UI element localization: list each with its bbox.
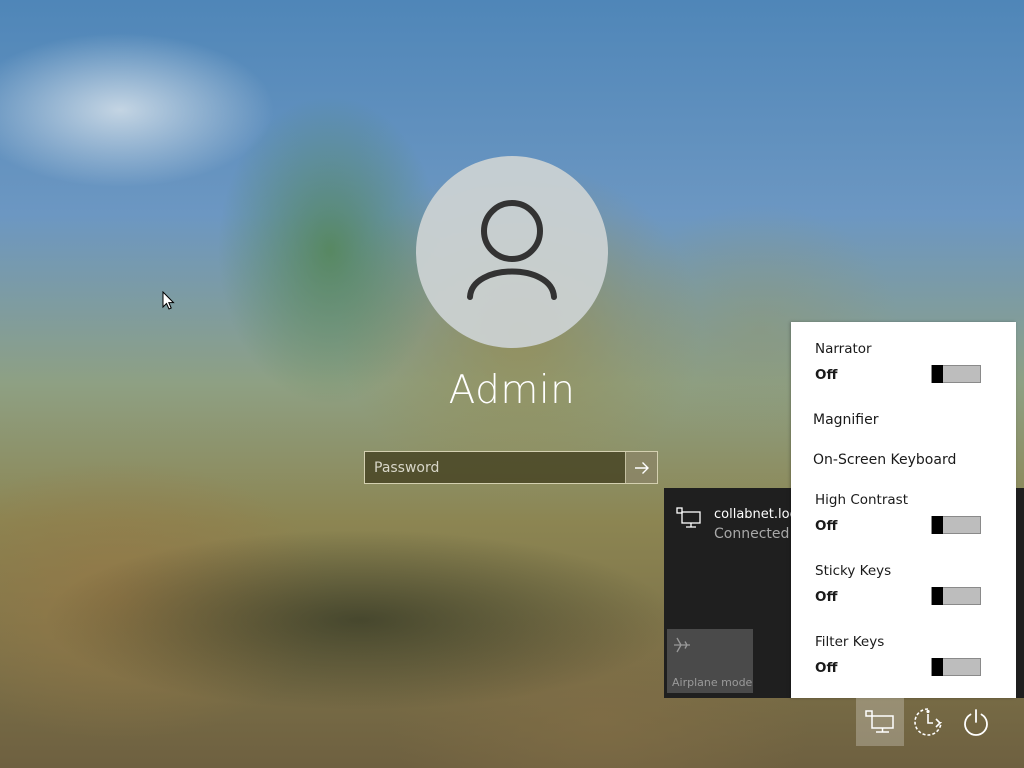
airplane-mode-tile[interactable]: Airplane mode <box>667 629 753 693</box>
network-connection-item[interactable]: collabnet.local Connected <box>664 488 791 548</box>
user-icon <box>467 200 557 300</box>
filter-keys-toggle[interactable] <box>931 658 981 676</box>
high-contrast-toggle[interactable] <box>931 516 981 534</box>
narrator-state: Off <box>815 367 838 383</box>
toggle-knob <box>932 658 943 676</box>
network-icon <box>865 710 894 733</box>
high-contrast-label: High Contrast <box>815 492 909 508</box>
magnifier-button[interactable]: Magnifier <box>813 412 879 428</box>
toggle-knob <box>932 516 943 534</box>
submit-button[interactable] <box>625 452 657 483</box>
airplane-icon <box>674 637 690 653</box>
username-label: Admin <box>448 368 576 413</box>
on-screen-keyboard-button[interactable]: On-Screen Keyboard <box>813 452 956 468</box>
narrator-label: Narrator <box>815 341 872 357</box>
sticky-keys-label: Sticky Keys <box>815 563 892 579</box>
sticky-keys-toggle[interactable] <box>931 587 981 605</box>
airplane-mode-label: Airplane mode <box>672 676 753 689</box>
network-status: Connected <box>714 526 790 542</box>
filter-keys-label: Filter Keys <box>815 634 885 650</box>
power-button[interactable] <box>952 698 1000 746</box>
ease-of-access-icon <box>914 708 942 736</box>
user-avatar <box>416 156 608 348</box>
power-icon <box>964 709 988 736</box>
toggle-knob <box>932 587 943 605</box>
password-input[interactable] <box>365 452 625 483</box>
network-button[interactable] <box>856 698 904 746</box>
sticky-keys-state: Off <box>815 589 838 605</box>
network-name: collabnet.local <box>714 507 791 522</box>
narrator-toggle[interactable] <box>931 365 981 383</box>
high-contrast-state: Off <box>815 518 838 534</box>
ethernet-icon <box>676 507 701 528</box>
lock-screen: Admin collabnet.local Connected Airplane… <box>0 0 1024 768</box>
ease-of-access-panel: Narrator Off Magnifier On-Screen Keyboar… <box>791 322 1016 698</box>
arrow-right-icon <box>634 461 649 474</box>
ease-of-access-button[interactable] <box>904 698 952 746</box>
password-box <box>364 451 658 484</box>
toggle-knob <box>932 365 943 383</box>
mouse-cursor <box>162 291 175 310</box>
filter-keys-state: Off <box>815 660 838 676</box>
